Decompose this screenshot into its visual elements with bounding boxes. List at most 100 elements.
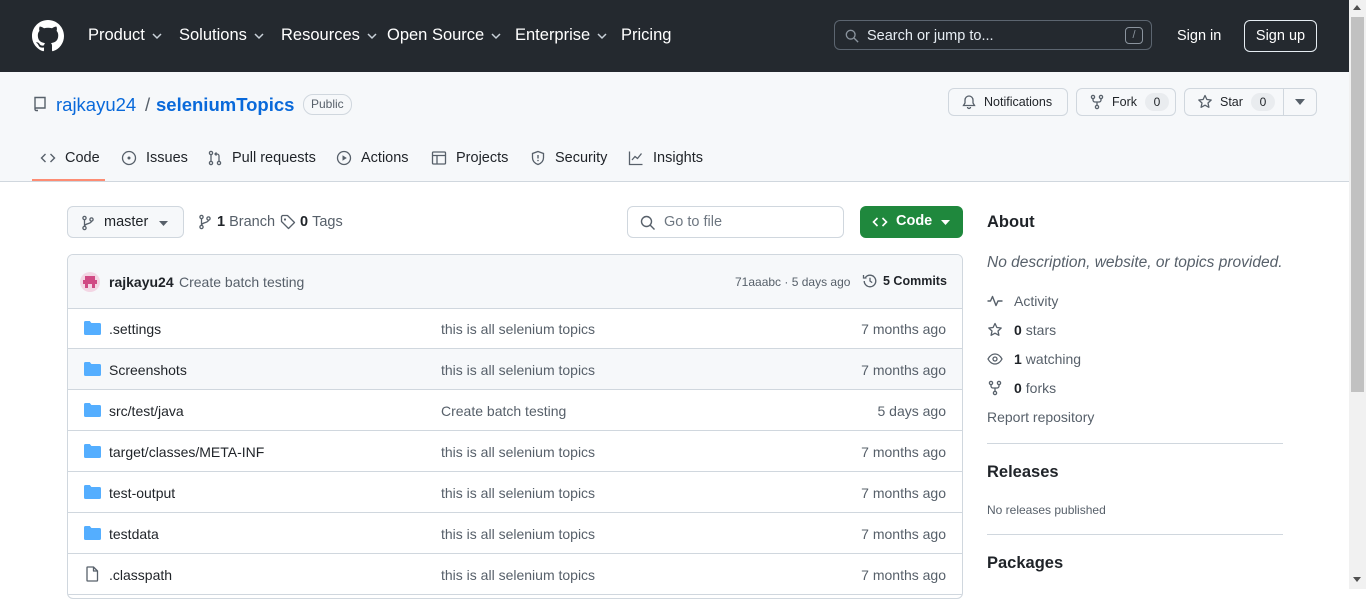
- tab-pull-requests[interactable]: Pull requests: [207, 150, 316, 166]
- chevron-down-icon: [152, 32, 162, 39]
- table-row[interactable]: target/classes/META-INF this is all sele…: [68, 431, 962, 472]
- search-input[interactable]: Search or jump to... /: [834, 20, 1152, 50]
- table-row[interactable]: test-output this is all selenium topics …: [68, 472, 962, 513]
- report-repository-link[interactable]: Report repository: [987, 409, 1094, 425]
- file-name[interactable]: testdata: [109, 526, 159, 542]
- git-branch-icon: [199, 214, 211, 230]
- forks-link[interactable]: 0 forks: [987, 380, 1056, 396]
- github-logo-icon[interactable]: [32, 20, 64, 52]
- notifications-button[interactable]: Notifications: [948, 88, 1068, 116]
- nav-solutions[interactable]: Solutions: [179, 26, 265, 45]
- file-date: 7 months ago: [861, 526, 946, 542]
- table-row[interactable]: testdata this is all selenium topics 7 m…: [68, 513, 962, 554]
- breadcrumb-separator: /: [145, 94, 151, 115]
- activity-link[interactable]: Activity: [987, 293, 1058, 309]
- file-name[interactable]: test-output: [109, 485, 175, 501]
- eye-icon: [987, 353, 1003, 365]
- chevron-down-icon: [491, 32, 501, 39]
- search-icon: [640, 215, 655, 230]
- shield-icon: [531, 150, 545, 166]
- folder-icon: [84, 444, 101, 458]
- nav-resources[interactable]: Resources: [281, 26, 378, 45]
- table-row[interactable]: src/test/java Create batch testing 5 day…: [68, 390, 962, 431]
- tab-actions[interactable]: Actions: [336, 150, 409, 166]
- file-commit-message[interactable]: this is all selenium topics: [441, 362, 595, 378]
- file-commit-message[interactable]: this is all selenium topics: [441, 485, 595, 501]
- nav-open-source-label: Open Source: [387, 26, 485, 44]
- file-commit-message[interactable]: this is all selenium topics: [441, 567, 595, 583]
- tag-icon: [280, 214, 296, 230]
- fork-icon: [1090, 94, 1104, 110]
- watchers-link[interactable]: 1 watching: [987, 351, 1081, 367]
- file-date: 7 months ago: [861, 485, 946, 501]
- go-to-file-input[interactable]: Go to file: [627, 206, 844, 238]
- vertical-scrollbar[interactable]: [1349, 0, 1366, 589]
- tab-projects[interactable]: Projects: [431, 150, 508, 166]
- packages-heading[interactable]: Packages: [987, 554, 1063, 573]
- code-button[interactable]: Code: [860, 206, 963, 238]
- avatar[interactable]: [80, 272, 100, 292]
- pull-request-icon: [208, 150, 222, 166]
- table-row[interactable]: Screenshots this is all selenium topics …: [68, 349, 962, 390]
- tab-code[interactable]: Code: [40, 150, 100, 166]
- nav-resources-label: Resources: [281, 26, 360, 44]
- bell-icon: [962, 95, 976, 110]
- git-branch-icon: [82, 215, 94, 231]
- sign-in-link[interactable]: Sign in: [1177, 28, 1221, 44]
- file-commit-message[interactable]: this is all selenium topics: [441, 444, 595, 460]
- tab-actions-label: Actions: [361, 150, 409, 166]
- fork-button[interactable]: Fork 0: [1076, 88, 1176, 116]
- repo-owner-link[interactable]: rajkayu24: [56, 94, 136, 116]
- commit-hash-date[interactable]: 71aaabc · 5 days ago: [735, 275, 850, 289]
- file-commit-message[interactable]: this is all selenium topics: [441, 526, 595, 542]
- nav-enterprise-label: Enterprise: [515, 26, 591, 44]
- star-dropdown-caret-icon[interactable]: [1295, 99, 1305, 105]
- file-name[interactable]: src/test/java: [109, 403, 184, 419]
- file-name[interactable]: .classpath: [109, 567, 172, 583]
- commit-message[interactable]: Create batch testing: [179, 274, 304, 290]
- commits-link[interactable]: 5 Commits: [862, 273, 947, 289]
- repo-icon: [34, 96, 46, 112]
- branches-link[interactable]: 1 Branch: [197, 214, 275, 230]
- file-date: 7 months ago: [861, 321, 946, 337]
- file-name[interactable]: Screenshots: [109, 362, 187, 378]
- stars-link[interactable]: 0 stars: [987, 322, 1056, 338]
- search-shortcut-key: /: [1125, 27, 1143, 44]
- branch-count: 1: [217, 214, 226, 230]
- tab-projects-label: Projects: [456, 150, 509, 166]
- file-name[interactable]: target/classes/META-INF: [109, 444, 264, 460]
- graph-icon: [628, 151, 643, 166]
- star-icon: [988, 322, 1002, 336]
- branch-label: Branch: [229, 214, 276, 230]
- file-name[interactable]: .settings: [109, 321, 161, 337]
- star-icon: [1198, 94, 1212, 108]
- repo-name-link[interactable]: seleniumTopics: [156, 94, 294, 116]
- active-tab-indicator: [32, 179, 105, 181]
- caret-down-icon: [941, 220, 950, 225]
- table-row[interactable]: .settings this is all selenium topics 7 …: [68, 308, 962, 349]
- scroll-down-arrow-icon[interactable]: [1353, 577, 1361, 582]
- nav-solutions-label: Solutions: [179, 26, 247, 44]
- nav-pricing[interactable]: Pricing: [621, 26, 671, 45]
- scrollbar-thumb[interactable]: [1351, 17, 1364, 392]
- file-list: rajkayu24 Create batch testing 71aaabc ·…: [67, 254, 963, 599]
- sign-up-button[interactable]: Sign up: [1244, 20, 1317, 52]
- nav-pricing-label: Pricing: [621, 26, 672, 44]
- tab-security[interactable]: Security: [530, 150, 607, 166]
- nav-product[interactable]: Product: [88, 26, 163, 45]
- tab-insights[interactable]: Insights: [628, 150, 703, 166]
- branch-selector-button[interactable]: master: [67, 206, 184, 238]
- file-commit-message[interactable]: this is all selenium topics: [441, 321, 595, 337]
- commit-author[interactable]: rajkayu24: [109, 274, 174, 290]
- releases-heading[interactable]: Releases: [987, 463, 1059, 482]
- scroll-up-arrow-icon[interactable]: [1353, 5, 1361, 10]
- watching-label: watching: [1025, 351, 1082, 367]
- forks-count: 0: [1014, 380, 1022, 396]
- tags-link[interactable]: 0 Tags: [280, 214, 343, 230]
- tab-issues[interactable]: Issues: [121, 150, 188, 166]
- file-commit-message[interactable]: Create batch testing: [441, 403, 566, 419]
- nav-open-source[interactable]: Open Source: [387, 26, 502, 45]
- code-icon: [40, 153, 56, 163]
- nav-enterprise[interactable]: Enterprise: [515, 26, 608, 45]
- tab-pull-requests-label: Pull requests: [232, 150, 316, 166]
